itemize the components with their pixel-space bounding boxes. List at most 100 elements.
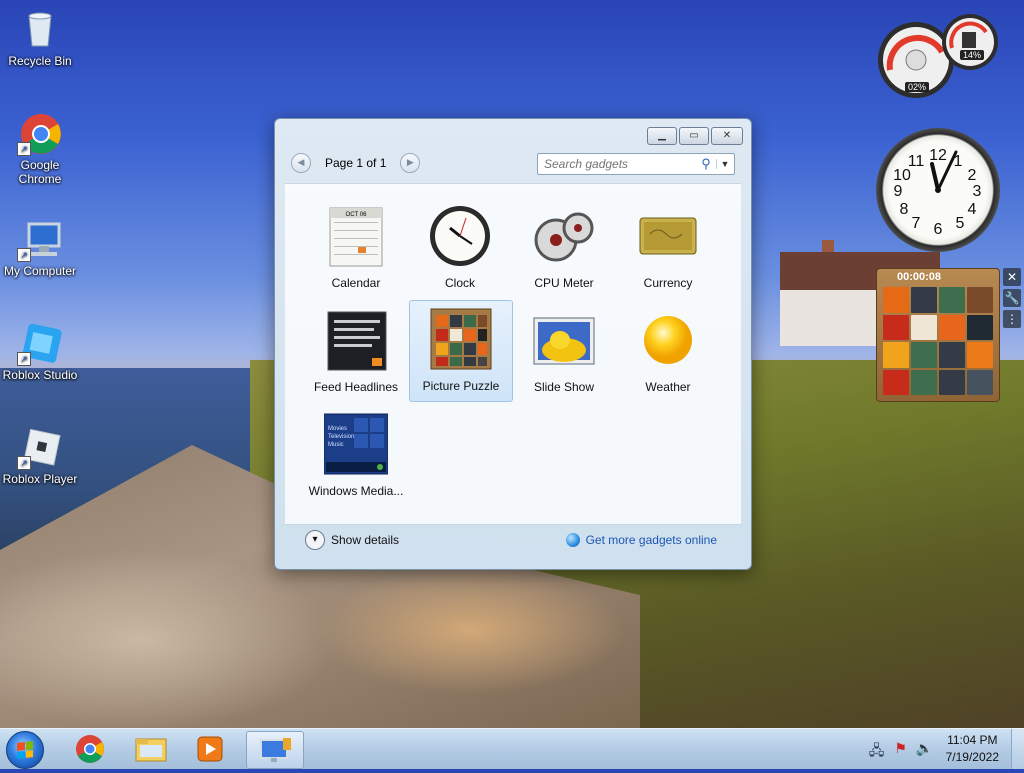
gadget-side-toolbar: ✕ 🔧 ⋮: [1003, 268, 1021, 328]
cpu-meter-gadget[interactable]: 02% 14%: [876, 12, 1000, 100]
gadget-cpu-meter[interactable]: CPU Meter: [513, 198, 615, 298]
search-icon[interactable]: ⚲: [696, 156, 716, 172]
system-tray: 🖧 ⚑ 🔈 11:04 PM 7/19/2022: [868, 729, 1024, 769]
get-more-gadgets-link[interactable]: Get more gadgets online: [565, 533, 717, 547]
picture-puzzle-gadget[interactable]: 00:00:08: [876, 268, 1000, 402]
svg-text:8: 8: [900, 201, 909, 218]
gadget-label: Windows Media...: [308, 484, 404, 498]
windows-media-center-icon: Movies Television Music: [323, 412, 389, 476]
desktop-icon-label: Recycle Bin: [8, 54, 72, 68]
gadget-label: Currency: [643, 276, 693, 290]
gadget-gallery-window: ▁ ▭ ✕ ◀ Page 1 of 1 ▶ ⚲ ▼ OCT 06 Calenda…: [274, 118, 752, 570]
close-gadget-icon[interactable]: ✕: [1003, 268, 1021, 286]
maximize-button[interactable]: ▭: [679, 127, 709, 145]
clock-gadget[interactable]: 12 1 2 3 4 5 6 7 8 9 10 11: [876, 128, 1000, 252]
page-navigator: ◀ Page 1 of 1 ▶: [291, 153, 421, 173]
chrome-icon: ↗: [17, 112, 61, 156]
desktop-icon-recycle-bin[interactable]: Recycle Bin: [0, 8, 80, 68]
svg-text:6: 6: [934, 221, 943, 238]
gadget-label: Picture Puzzle: [422, 379, 500, 393]
svg-text:3: 3: [973, 183, 982, 200]
taskbar-gadgets[interactable]: [246, 731, 304, 769]
gadget-picture-puzzle[interactable]: Picture Puzzle: [409, 300, 513, 402]
gadget-slide-show[interactable]: Slide Show: [513, 302, 615, 402]
svg-text:9: 9: [894, 183, 903, 200]
calendar-month: OCT 06: [346, 212, 368, 218]
gadget-weather[interactable]: Weather: [617, 302, 719, 402]
chevron-down-icon[interactable]: ▼: [716, 159, 733, 169]
calendar-icon: OCT 06: [324, 204, 388, 268]
taskbar-date: 7/19/2022: [945, 750, 999, 764]
svg-text:11: 11: [908, 153, 925, 170]
window-footer: ▾ Show details Get more gadgets online: [285, 524, 741, 555]
gadget-label: Clock: [444, 276, 475, 290]
prev-page-button[interactable]: ◀: [291, 153, 311, 173]
svg-text:4: 4: [968, 201, 977, 218]
get-more-label: Get more gadgets online: [585, 533, 717, 547]
sun-icon: [636, 308, 700, 372]
next-page-button[interactable]: ▶: [400, 153, 421, 173]
currency-icon: [636, 204, 700, 268]
puzzle-board: [883, 287, 993, 395]
search-box: ⚲ ▼: [537, 153, 735, 175]
gadget-calendar[interactable]: OCT 06 Calendar: [305, 198, 407, 298]
desktop-icon-google-chrome[interactable]: ↗ Google Chrome: [0, 112, 80, 186]
desktop-icon-label: My Computer: [3, 264, 77, 278]
close-button[interactable]: ✕: [711, 127, 743, 145]
desktop-icon-roblox-player[interactable]: ↗ Roblox Player: [0, 426, 80, 486]
chevron-down-icon: ▾: [305, 530, 325, 550]
desktop-icon-roblox-studio[interactable]: ↗ Roblox Studio: [0, 322, 80, 382]
roblox-player-icon: ↗: [17, 426, 61, 470]
slide-show-icon: [532, 308, 596, 372]
show-desktop-button[interactable]: [1011, 729, 1024, 769]
taskbar-file-explorer[interactable]: [122, 731, 178, 767]
taskbar-chrome[interactable]: [62, 731, 118, 767]
show-details-toggle[interactable]: ▾ Show details: [305, 530, 399, 550]
start-button[interactable]: [6, 731, 44, 769]
desktop-icon-my-computer[interactable]: ↗ My Computer: [0, 218, 80, 278]
gadget-label: Feed Headlines: [313, 380, 399, 394]
clock-icon: [428, 204, 492, 268]
search-input[interactable]: [542, 156, 696, 172]
media-line-movies: Movies: [328, 426, 347, 432]
action-center-icon[interactable]: ⚑: [892, 740, 910, 758]
cpu-meter-icon: [532, 204, 596, 268]
gadget-grid: OCT 06 Calendar Clock CPU Meter Currency: [285, 183, 741, 524]
gadget-feed-headlines[interactable]: Feed Headlines: [305, 302, 407, 402]
desktop-icon-label: Google Chrome: [18, 158, 62, 186]
globe-icon: [565, 533, 580, 547]
recycle-bin-icon: [19, 8, 61, 50]
shortcut-arrow-icon: ↗: [17, 142, 31, 156]
shortcut-arrow-icon: ↗: [17, 456, 31, 470]
computer-icon: ↗: [17, 218, 61, 262]
windows-logo-icon: [17, 741, 33, 759]
memory-usage-value: 14%: [960, 50, 985, 60]
volume-icon[interactable]: 🔈: [916, 740, 934, 758]
taskbar-clock[interactable]: 11:04 PM 7/19/2022: [946, 732, 999, 766]
page-indicator: Page 1 of 1: [325, 156, 387, 170]
drag-handle-icon[interactable]: ⋮: [1003, 310, 1021, 328]
cpu-usage-value: 02%: [905, 82, 930, 92]
window-controls: ▁ ▭ ✕: [647, 127, 743, 145]
taskbar-media-player[interactable]: [182, 731, 238, 767]
taskbar: 🖧 ⚑ 🔈 11:04 PM 7/19/2022: [0, 728, 1024, 769]
gadget-clock[interactable]: Clock: [409, 198, 511, 298]
gadget-currency[interactable]: Currency: [617, 198, 719, 298]
roblox-studio-icon: ↗: [17, 322, 62, 366]
taskbar-time: 11:04 PM: [947, 733, 998, 747]
minimize-button[interactable]: ▁: [647, 127, 677, 145]
gadget-windows-media[interactable]: Movies Television Music Windows Media...: [305, 406, 407, 506]
shortcut-arrow-icon: ↗: [17, 248, 31, 262]
svg-text:12: 12: [929, 147, 947, 164]
puzzle-timer: 00:00:08: [897, 271, 942, 283]
wrench-icon[interactable]: 🔧: [1003, 289, 1021, 307]
svg-text:2: 2: [968, 167, 977, 184]
shortcut-arrow-icon: ↗: [17, 352, 31, 366]
gadget-label: Slide Show: [533, 380, 595, 394]
network-icon[interactable]: 🖧: [868, 740, 886, 758]
svg-text:7: 7: [912, 215, 921, 232]
gadget-label: CPU Meter: [534, 276, 594, 290]
show-details-label: Show details: [331, 533, 400, 547]
media-line-television: Television: [328, 434, 354, 440]
desktop-icon-label: Roblox Studio: [2, 368, 78, 382]
